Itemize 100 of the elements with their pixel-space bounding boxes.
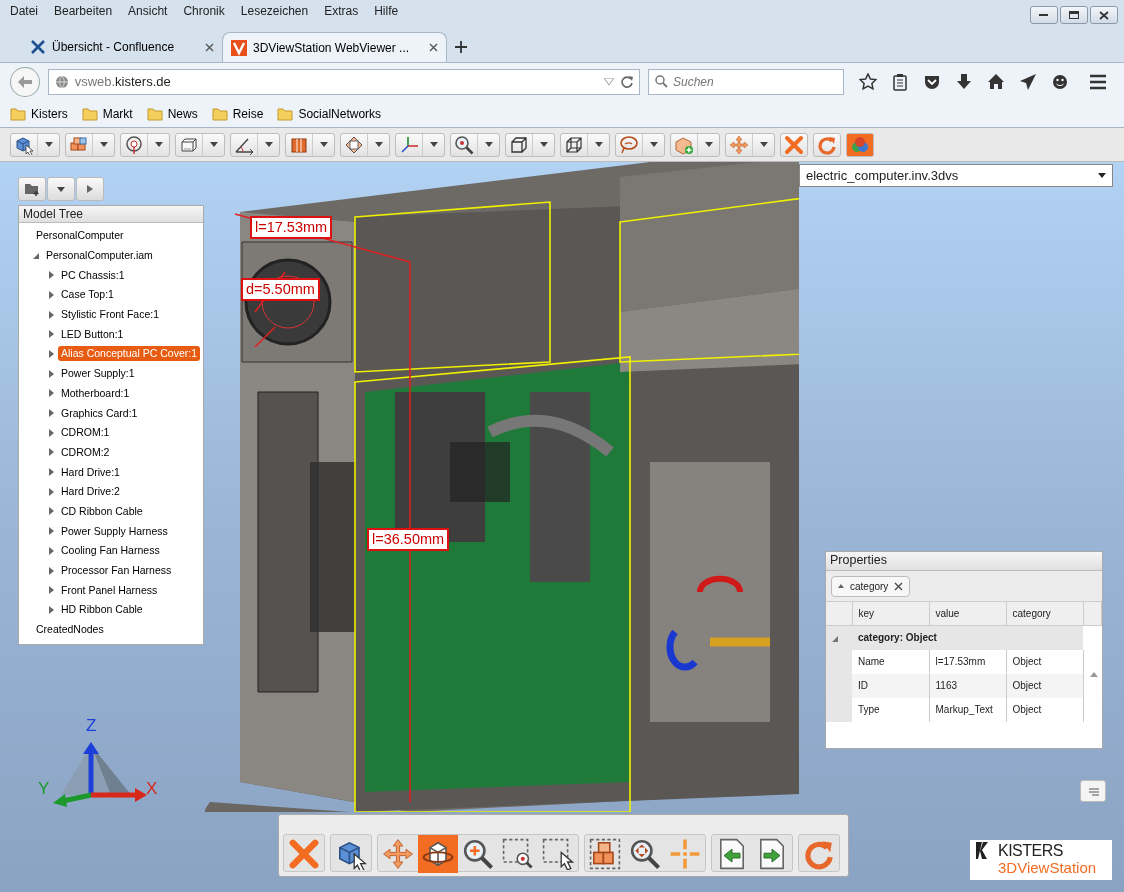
- caret-icon: [57, 186, 65, 192]
- scroll-up-icon: [1089, 672, 1098, 678]
- reload-icon: [620, 75, 633, 88]
- navigation-button[interactable]: [418, 835, 458, 873]
- magnifier-icon: [454, 134, 474, 155]
- caret-icon: [594, 142, 603, 147]
- download-icon: [955, 72, 973, 91]
- expand-button[interactable]: [76, 177, 104, 201]
- browser-tab[interactable]: 3DViewStation WebViewer ...: [222, 32, 447, 62]
- bookmark[interactable]: Markt: [81, 104, 133, 123]
- product-name: 3DViewStation: [998, 859, 1097, 876]
- folder-plus-icon: [24, 182, 40, 196]
- smiley-icon: [1051, 72, 1069, 91]
- lasso-icon: [619, 134, 639, 155]
- company-name: KISTERS: [998, 842, 1064, 859]
- tree-item[interactable]: Hard Drive:2: [58, 484, 123, 500]
- measurement-label: l=17.53mm: [250, 216, 333, 239]
- close-icon: [1099, 10, 1109, 20]
- caret-icon: [99, 142, 108, 147]
- menu-item[interactable]: Extras: [322, 2, 361, 22]
- back-button[interactable]: [10, 66, 40, 97]
- menu-item[interactable]: Lesezeichen: [238, 2, 311, 22]
- home-icon: [987, 72, 1005, 91]
- caret-icon: [209, 142, 218, 147]
- table-cell: Type: [852, 697, 929, 722]
- send-icon: [1019, 72, 1037, 91]
- menu-item[interactable]: Datei: [8, 2, 40, 22]
- panel-title: Model Tree: [19, 206, 203, 223]
- tree-item[interactable]: Front Panel Harness: [58, 582, 161, 598]
- tree-item[interactable]: LED Button:1: [58, 326, 127, 342]
- zoom-fit-icon: [629, 838, 661, 870]
- menu-item[interactable]: Hilfe: [372, 2, 401, 22]
- close-icon: [429, 43, 438, 52]
- caret-icon: [44, 142, 53, 147]
- tree-item[interactable]: Stylistic Front Face:1: [58, 307, 163, 323]
- measurement-label: d=5.50mm: [241, 278, 320, 301]
- tree-item[interactable]: Case Top:1: [58, 287, 117, 303]
- sort-up-icon: [838, 584, 844, 588]
- bookmark[interactable]: News: [146, 104, 198, 123]
- folder-icon: [146, 106, 163, 121]
- close-icon: [205, 42, 214, 52]
- menu-item[interactable]: Ansicht: [126, 2, 170, 22]
- bookmark[interactable]: SocialNetworks: [277, 104, 382, 123]
- dropdown-button[interactable]: [47, 177, 75, 201]
- tree-item[interactable]: Processor Fan Harness: [58, 563, 175, 579]
- play-icon: [87, 185, 93, 193]
- maximize-icon: [1069, 11, 1079, 19]
- back-arrow-icon: [17, 75, 32, 88]
- axes-icon: [399, 134, 419, 155]
- tree-item[interactable]: Motherboard:1: [58, 385, 133, 401]
- bookmark[interactable]: Kisters: [10, 104, 68, 123]
- close-window-button[interactable]: [1090, 6, 1118, 24]
- folder-icon: [211, 106, 228, 121]
- tree-item[interactable]: HD Ribbon Cable: [58, 602, 146, 618]
- tree-item[interactable]: CreatedNodes: [33, 622, 107, 638]
- file-select[interactable]: electric_computer.inv.3dvs: [799, 164, 1113, 187]
- caret-icon: [154, 142, 163, 147]
- tree-item[interactable]: PersonalComputer: [33, 228, 127, 244]
- browser-tab[interactable]: Übersicht - Confluence: [22, 32, 222, 62]
- tree-item[interactable]: Power Supply Harness: [58, 523, 171, 539]
- axis-label: X: [146, 778, 158, 800]
- crosshair-icon: [669, 838, 701, 870]
- move-arrows-icon: [729, 134, 749, 155]
- measurement-label: l=36.50mm: [367, 528, 450, 551]
- minimize-button[interactable]: [1030, 6, 1058, 24]
- tree-item[interactable]: Power Supply:1: [58, 366, 138, 382]
- tree-item[interactable]: PC Chassis:1: [58, 267, 128, 283]
- refresh-icon: [803, 838, 835, 870]
- bookmark[interactable]: Reise: [211, 104, 264, 123]
- tree-item[interactable]: CDROM:1: [58, 425, 113, 441]
- move-arrows-icon: [382, 838, 414, 870]
- tree-item[interactable]: PersonalComputer.iam: [43, 248, 156, 264]
- tree-item[interactable]: Alias Conceptual PC Cover:1: [58, 346, 200, 362]
- filter-chip[interactable]: category: [831, 575, 911, 597]
- panel-title: Properties: [826, 552, 1102, 571]
- minimize-icon: [1039, 13, 1049, 17]
- globe-icon: [54, 74, 69, 89]
- tree-item[interactable]: Cooling Fan Harness: [58, 543, 163, 559]
- tree-item[interactable]: Graphics Card:1: [58, 405, 141, 421]
- wireframe-cube-icon: [564, 134, 584, 155]
- plus-icon: [455, 41, 467, 53]
- group-header: category: Object: [858, 632, 937, 644]
- remove-icon: [894, 581, 904, 591]
- caret-icon: [484, 142, 493, 147]
- menu-item[interactable]: Bearbeiten: [52, 2, 115, 22]
- folder-icon: [81, 106, 98, 121]
- dashed-cubes-icon: [589, 838, 621, 870]
- lines-icon: [1086, 786, 1100, 797]
- caret-icon: [429, 142, 438, 147]
- tree-item[interactable]: CDROM:2: [58, 444, 113, 460]
- menu-item[interactable]: Chronik: [181, 2, 227, 22]
- tree-item[interactable]: Hard Drive:1: [58, 464, 123, 480]
- maximize-button[interactable]: [1060, 6, 1088, 24]
- tree-item[interactable]: CD Ribbon Cable: [58, 503, 146, 519]
- panel-toggle-button[interactable]: [1080, 780, 1106, 802]
- search-field[interactable]: Suchen: [648, 68, 844, 95]
- axis-label: Y: [38, 778, 50, 800]
- add-folder-button[interactable]: [18, 177, 46, 201]
- collapse-icon: [832, 635, 838, 642]
- address-field[interactable]: vsweb.kisters.de: [47, 68, 640, 95]
